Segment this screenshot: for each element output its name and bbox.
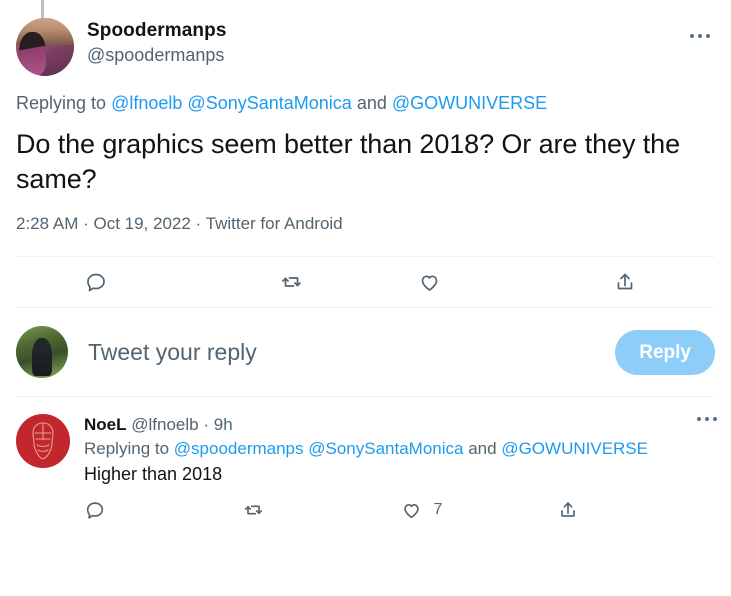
noel-avatar[interactable] [16, 414, 70, 469]
main-tweet-header: Spoodermanps @spoodermanps [0, 0, 731, 76]
author-handle[interactable]: @spoodermanps [87, 45, 227, 66]
replying-to-conjunction: and [356, 93, 387, 113]
reply-tweet-action-bar: 7 [0, 485, 731, 535]
like-count: 7 [433, 501, 443, 519]
tweet-timestamp[interactable]: 2:28 AM · Oct 19, 2022 · Twitter for And… [0, 196, 731, 234]
retweet-icon [242, 499, 265, 521]
share-action-button[interactable] [499, 270, 715, 294]
comment-icon [84, 499, 106, 521]
meta-separator: · [203, 415, 209, 435]
reply-more-options-icon[interactable] [697, 417, 717, 422]
reply-tweet-content: NoeL @lfnoelb · 9h Replying to @spooderm… [84, 414, 715, 485]
share-icon [613, 270, 637, 294]
reply-author-meta: NoeL @lfnoelb · 9h [84, 414, 715, 435]
current-user-avatar[interactable] [16, 326, 68, 379]
reply-replying-to-line: Replying to @spoodermanps @SonySantaMoni… [84, 439, 715, 459]
reply-tweet-text: Higher than 2018 [84, 464, 223, 485]
reply-replying-to-conjunction: and [468, 439, 497, 459]
author-display-name[interactable]: Spoodermanps [87, 20, 227, 42]
reply-submit-button[interactable]: Reply [615, 329, 715, 375]
comment-icon [84, 270, 108, 294]
reply-mention-link-3[interactable]: @GOWUNIVERSE [501, 439, 648, 458]
mask-glyph-icon [32, 422, 54, 460]
author-names: Spoodermanps @spoodermanps [87, 18, 227, 67]
reply-author-display-name[interactable]: NoeL [84, 415, 127, 434]
retweet-action-button[interactable] [222, 270, 360, 294]
main-tweet-text: Do the graphics seem better than 2018? O… [16, 129, 680, 194]
reply-input[interactable]: Tweet your reply [88, 339, 615, 366]
reply-composer: Tweet your reply Reply [0, 308, 731, 396]
retweet-icon [279, 270, 304, 294]
reply-action-button[interactable] [16, 270, 222, 294]
reply-time-ago[interactable]: 9h [214, 415, 233, 434]
reply-mention-link-2[interactable]: @SonySantaMonica [308, 439, 463, 458]
mention-link-1[interactable]: @lfnoelb [111, 93, 182, 113]
more-options-icon[interactable] [683, 26, 717, 46]
share-icon [557, 499, 579, 521]
spoodermanps-avatar[interactable] [16, 18, 74, 76]
reply-like-action-button[interactable]: 7 [400, 499, 558, 521]
twitter-thread-view: Spoodermanps @spoodermanps Replying to @… [0, 0, 731, 596]
main-tweet-action-bar [0, 257, 731, 307]
reply-retweet-action-button[interactable] [242, 499, 400, 521]
reply-replying-to-prefix: Replying to [84, 439, 170, 459]
reply-mention-link-1[interactable]: @spoodermanps [174, 439, 304, 458]
reply-author-handle[interactable]: @lfnoelb [131, 415, 198, 434]
replying-to-prefix: Replying to [16, 93, 107, 113]
replying-to-line: Replying to @lfnoelb @SonySantaMonica an… [0, 76, 731, 114]
mention-link-3[interactable]: @GOWUNIVERSE [392, 93, 547, 113]
heart-icon [417, 270, 442, 294]
heart-icon [400, 499, 423, 521]
reply-reply-action-button[interactable] [84, 499, 242, 521]
mention-link-2[interactable]: @SonySantaMonica [187, 93, 351, 113]
like-action-button[interactable] [361, 270, 499, 294]
reply-share-action-button[interactable] [557, 499, 715, 521]
reply-tweet: NoeL @lfnoelb · 9h Replying to @spooderm… [0, 397, 731, 485]
